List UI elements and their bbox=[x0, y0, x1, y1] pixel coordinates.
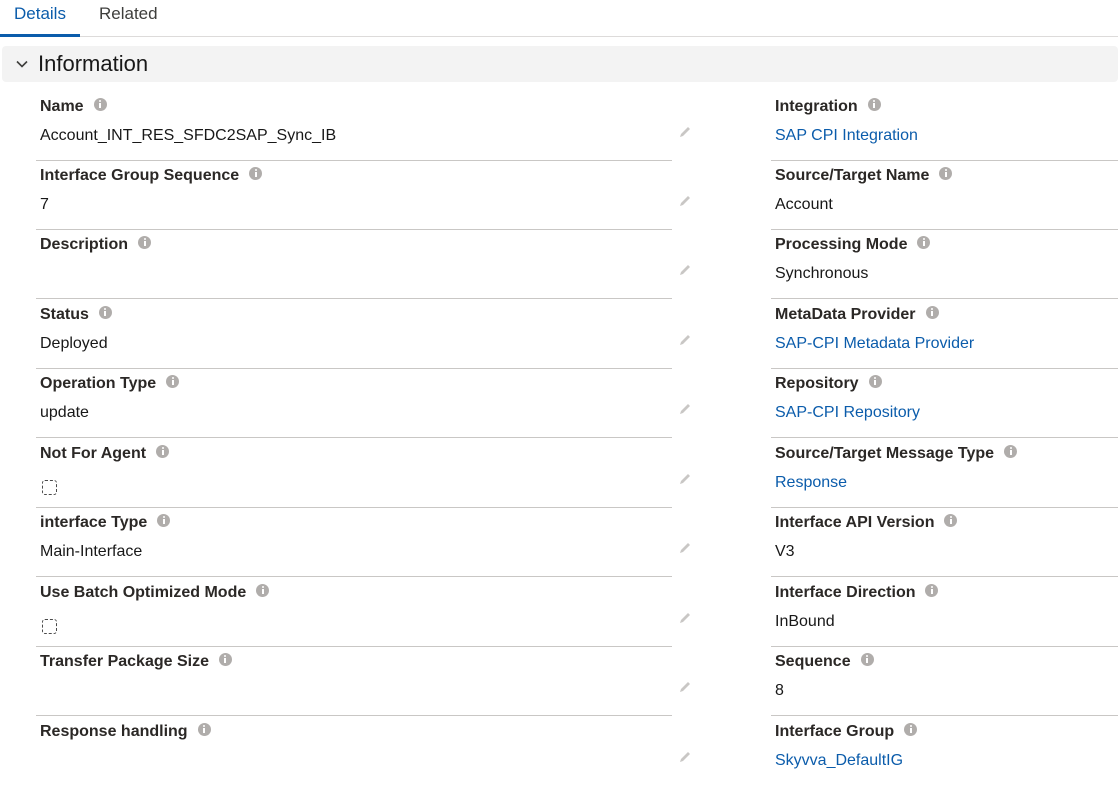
field-value: Main-Interface bbox=[40, 543, 143, 560]
field-integration: Integration SAP CPI Integration bbox=[771, 91, 1118, 161]
info-icon[interactable] bbox=[93, 97, 107, 111]
field-label: Interface Direction bbox=[775, 584, 916, 601]
pencil-icon[interactable] bbox=[678, 750, 692, 764]
field-label: Processing Mode bbox=[775, 236, 908, 253]
field-label: Sequence bbox=[775, 653, 851, 670]
field-processing-mode: Processing Mode Synchronous bbox=[771, 229, 1118, 299]
pencil-icon[interactable] bbox=[678, 611, 692, 625]
info-icon[interactable] bbox=[1004, 444, 1018, 458]
info-icon[interactable] bbox=[925, 305, 939, 319]
chevron-down-icon bbox=[16, 60, 28, 68]
field-value: 8 bbox=[775, 682, 784, 699]
tab-related[interactable]: Related bbox=[99, 4, 158, 36]
field-status: Status Deployed bbox=[36, 299, 699, 369]
info-icon[interactable] bbox=[249, 166, 263, 180]
info-icon[interactable] bbox=[917, 235, 931, 249]
field-interface-api-version: Interface API Version V3 bbox=[771, 507, 1118, 577]
field-name: Name Account_INT_RES_SFDC2SAP_Sync_IB bbox=[36, 91, 699, 161]
info-icon[interactable] bbox=[98, 305, 112, 319]
field-label: Use Batch Optimized Mode bbox=[40, 584, 247, 601]
information-section-header[interactable]: Information bbox=[2, 46, 1118, 82]
info-icon[interactable] bbox=[868, 374, 882, 388]
field-use-batch-optimized-mode: Use Batch Optimized Mode bbox=[36, 577, 699, 647]
repository-link[interactable]: SAP-CPI Repository bbox=[775, 404, 920, 422]
field-label: Source/Target Name bbox=[775, 167, 930, 184]
field-response-handling: Response handling bbox=[36, 716, 699, 785]
field-label: Interface API Version bbox=[775, 514, 935, 531]
pencil-icon[interactable] bbox=[678, 333, 692, 347]
field-label: interface Type bbox=[40, 514, 148, 531]
field-sequence: Sequence 8 bbox=[771, 646, 1118, 716]
field-value: V3 bbox=[775, 543, 795, 560]
info-icon[interactable] bbox=[197, 722, 211, 736]
info-icon[interactable] bbox=[218, 652, 232, 666]
field-value: Account bbox=[775, 196, 833, 213]
pencil-icon[interactable] bbox=[678, 541, 692, 555]
integration-link[interactable]: SAP CPI Integration bbox=[775, 127, 918, 145]
field-label: Operation Type bbox=[40, 375, 157, 392]
info-icon[interactable] bbox=[904, 722, 918, 736]
field-label: Integration bbox=[775, 98, 858, 115]
tab-details[interactable]: Details bbox=[0, 4, 80, 37]
info-icon[interactable] bbox=[157, 513, 171, 527]
info-icon[interactable] bbox=[944, 513, 958, 527]
info-icon[interactable] bbox=[156, 444, 170, 458]
field-value: 7 bbox=[40, 196, 49, 213]
field-metadata-provider: MetaData Provider SAP-CPI Metadata Provi… bbox=[771, 299, 1118, 369]
message-type-link[interactable]: Response bbox=[775, 474, 847, 492]
pencil-icon[interactable] bbox=[678, 472, 692, 486]
field-value: Synchronous bbox=[775, 265, 869, 282]
interface-group-link[interactable]: Skyvva_DefaultIG bbox=[775, 752, 903, 770]
field-operation-type: Operation Type update bbox=[36, 368, 699, 438]
info-icon[interactable] bbox=[860, 652, 874, 666]
info-icon[interactable] bbox=[138, 235, 152, 249]
pencil-icon[interactable] bbox=[678, 125, 692, 139]
field-description: Description bbox=[36, 229, 699, 299]
field-label: Name bbox=[40, 98, 84, 115]
field-not-for-agent: Not For Agent bbox=[36, 438, 699, 508]
info-icon[interactable] bbox=[166, 374, 180, 388]
field-label: Response handling bbox=[40, 723, 188, 740]
field-label: Not For Agent bbox=[40, 445, 147, 462]
pencil-icon[interactable] bbox=[678, 263, 692, 277]
use-batch-optimized-mode-checkbox[interactable] bbox=[42, 619, 57, 634]
info-icon[interactable] bbox=[256, 583, 270, 597]
field-interface-group: Interface Group Skyvva_DefaultIG bbox=[771, 716, 1118, 785]
field-label: Description bbox=[40, 236, 129, 253]
info-icon[interactable] bbox=[925, 583, 939, 597]
field-label: MetaData Provider bbox=[775, 306, 916, 323]
field-interface-group-sequence: Interface Group Sequence 7 bbox=[36, 160, 699, 230]
field-interface-type: interface Type Main-Interface bbox=[36, 507, 699, 577]
not-for-agent-checkbox[interactable] bbox=[42, 480, 57, 495]
field-label: Interface Group bbox=[775, 723, 895, 740]
field-label: Transfer Package Size bbox=[40, 653, 209, 670]
info-icon[interactable] bbox=[939, 166, 953, 180]
field-value: Account_INT_RES_SFDC2SAP_Sync_IB bbox=[40, 127, 337, 144]
pencil-icon[interactable] bbox=[678, 402, 692, 416]
pencil-icon[interactable] bbox=[678, 194, 692, 208]
field-value: Deployed bbox=[40, 335, 108, 352]
field-value: update bbox=[40, 404, 89, 421]
info-icon[interactable] bbox=[867, 97, 881, 111]
section-title: Information bbox=[38, 51, 149, 76]
field-label: Source/Target Message Type bbox=[775, 445, 995, 462]
tab-bar: Details Related bbox=[0, 0, 1118, 37]
field-label: Status bbox=[40, 306, 89, 323]
field-value: InBound bbox=[775, 613, 835, 630]
field-label: Repository bbox=[775, 375, 859, 392]
field-label: Interface Group Sequence bbox=[40, 167, 240, 184]
metadata-provider-link[interactable]: SAP-CPI Metadata Provider bbox=[775, 335, 974, 353]
field-source-target-name: Source/Target Name Account bbox=[771, 160, 1118, 230]
field-repository: Repository SAP-CPI Repository bbox=[771, 368, 1118, 438]
field-interface-direction: Interface Direction InBound bbox=[771, 577, 1118, 647]
field-transfer-package-size: Transfer Package Size bbox=[36, 646, 699, 716]
field-source-target-message-type: Source/Target Message Type Response bbox=[771, 438, 1118, 508]
pencil-icon[interactable] bbox=[678, 680, 692, 694]
